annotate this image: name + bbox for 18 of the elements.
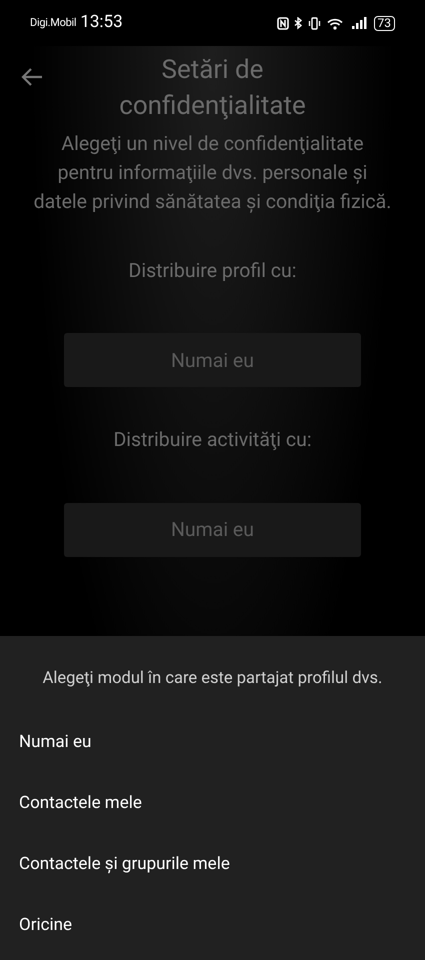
signal-icon [352,17,368,29]
sheet-option[interactable]: Oricine [0,894,425,956]
sheet-prompt: Alegeţi modul în care este partajat profilul dvs. [42,668,384,690]
bluetooth-icon [294,16,302,30]
wifi-icon [326,16,344,30]
vibrate-icon [308,16,320,30]
page-title: Setări de confidenţialitate [118,54,307,123]
sheet-option[interactable]: Numai eu [0,712,425,773]
back-arrow-icon[interactable] [21,68,43,86]
battery-level: 73 [374,16,395,30]
sheet-option[interactable]: Contactele și grupurile mele [0,834,425,895]
description-text: Alegeţi un nivel de confidenţialitate pentru informaţiile dvs. personale și datele privind sănătatea și condiţia fizică. [32,131,392,215]
sheet-option[interactable]: Contactele mele [0,772,425,834]
setting-label: Distribuire profil cu: [128,258,296,284]
carrier-name: Digi.Mobil [30,14,76,31]
setting-label: Distribuire activităţi cu: [113,427,312,454]
nfc-icon [276,16,288,30]
clock-time: 13:53 [80,11,123,34]
